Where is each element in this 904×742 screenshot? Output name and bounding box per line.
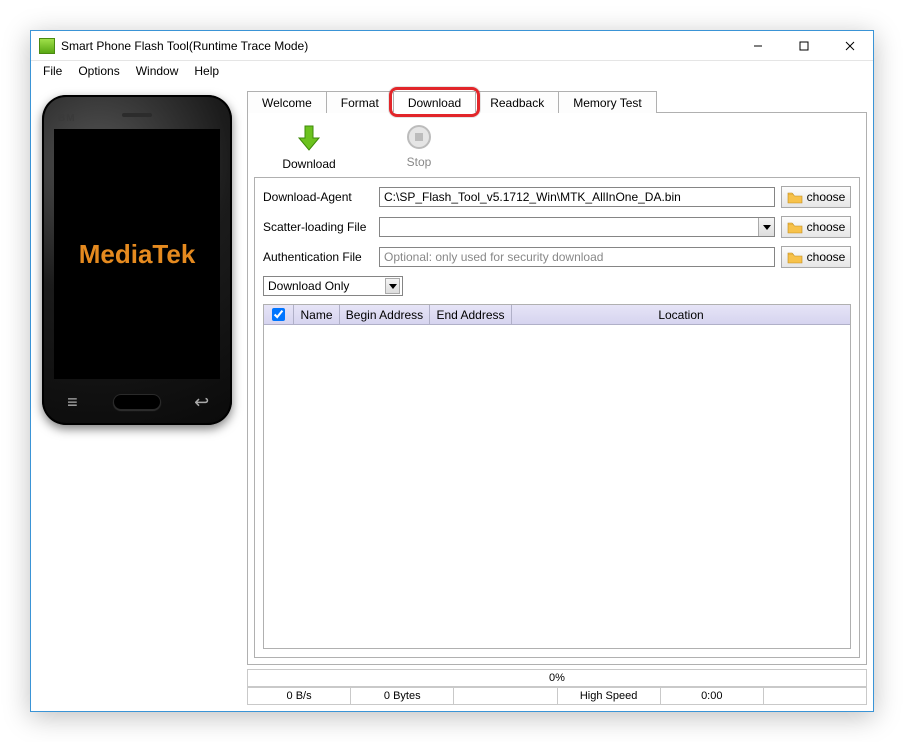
download-button-label: Download: [282, 157, 335, 171]
stop-button-label: Stop: [407, 155, 432, 169]
download-agent-choose-button[interactable]: choose: [781, 186, 851, 208]
content-area: BM MediaTek ≡ ↩ Welcome Format Download …: [31, 83, 873, 711]
phone-back-key-icon: ↩: [182, 392, 222, 413]
phone-brand-badge: BM: [58, 113, 76, 124]
menu-options[interactable]: Options: [70, 61, 127, 83]
toolbar: Download Stop: [254, 119, 860, 177]
auth-file-input[interactable]: [379, 247, 775, 267]
status-extra: [764, 688, 866, 704]
window-title: Smart Phone Flash Tool(Runtime Trace Mod…: [61, 39, 308, 53]
download-mode-value: Download Only: [268, 279, 349, 293]
titlebar: Smart Phone Flash Tool(Runtime Trace Mod…: [31, 31, 873, 61]
choose-button-label: choose: [807, 190, 846, 204]
scatter-file-choose-button[interactable]: choose: [781, 216, 851, 238]
minimize-button[interactable]: [735, 31, 781, 61]
stop-button[interactable]: Stop: [384, 123, 454, 171]
chevron-down-icon[interactable]: [385, 278, 400, 294]
download-agent-label: Download-Agent: [263, 190, 373, 204]
table-header-checkbox[interactable]: [264, 305, 294, 324]
status-speed: High Speed: [558, 688, 661, 704]
choose-button-label: choose: [807, 250, 846, 264]
download-mode-select[interactable]: Download Only: [263, 276, 403, 296]
tab-content: Download Stop Download-Agent: [247, 112, 867, 665]
phone-screen-logo-text: MediaTek: [79, 239, 196, 270]
menubar: File Options Window Help: [31, 61, 873, 83]
download-agent-row: Download-Agent choose: [263, 186, 851, 208]
phone-mockup: BM MediaTek ≡ ↩: [42, 95, 232, 425]
tab-format[interactable]: Format: [326, 91, 394, 113]
partition-table: Name Begin Address End Address Location: [263, 304, 851, 649]
scatter-file-label: Scatter-loading File: [263, 220, 373, 234]
close-button[interactable]: [827, 31, 873, 61]
tab-readback[interactable]: Readback: [475, 91, 559, 113]
status-time: 0:00: [661, 688, 764, 704]
menu-help[interactable]: Help: [186, 61, 227, 83]
choose-button-label: choose: [807, 220, 846, 234]
download-button[interactable]: Download: [274, 123, 344, 171]
table-header: Name Begin Address End Address Location: [264, 305, 850, 325]
phone-preview-column: BM MediaTek ≡ ↩: [37, 89, 237, 705]
auth-file-choose-button[interactable]: choose: [781, 246, 851, 268]
progress-bar: 0%: [247, 669, 867, 687]
app-icon: [39, 38, 55, 54]
form-section: Download-Agent choose Scatter-loading Fi…: [254, 177, 860, 658]
menu-window[interactable]: Window: [128, 61, 187, 83]
folder-icon: [787, 221, 803, 234]
status-bytes: 0 Bytes: [351, 688, 454, 704]
table-header-name[interactable]: Name: [294, 305, 340, 324]
status-rate: 0 B/s: [248, 688, 351, 704]
app-window: Smart Phone Flash Tool(Runtime Trace Mod…: [30, 30, 874, 712]
chevron-down-icon[interactable]: [758, 218, 774, 236]
menu-file[interactable]: File: [35, 61, 70, 83]
folder-icon: [787, 251, 803, 264]
status-bar: 0 B/s 0 Bytes High Speed 0:00: [247, 687, 867, 705]
auth-file-label: Authentication File: [263, 250, 373, 264]
table-header-location[interactable]: Location: [512, 305, 850, 324]
download-agent-input[interactable]: [379, 187, 775, 207]
maximize-button[interactable]: [781, 31, 827, 61]
scatter-file-input[interactable]: [379, 217, 775, 237]
main-panel: Welcome Format Download Readback Memory …: [247, 89, 867, 705]
tab-download[interactable]: Download: [393, 91, 476, 113]
tab-welcome[interactable]: Welcome: [247, 91, 327, 113]
stop-icon: [405, 123, 433, 151]
progress-percent: 0%: [549, 672, 565, 684]
tab-memory-test[interactable]: Memory Test: [558, 91, 656, 113]
scatter-file-row: Scatter-loading File choose: [263, 216, 851, 238]
phone-navbar: ≡ ↩: [42, 387, 232, 417]
auth-file-row: Authentication File choose: [263, 246, 851, 268]
phone-screen: MediaTek: [54, 129, 220, 379]
table-header-begin-address[interactable]: Begin Address: [340, 305, 430, 324]
tab-bar: Welcome Format Download Readback Memory …: [247, 89, 867, 113]
phone-home-key: [113, 394, 161, 410]
select-all-checkbox[interactable]: [272, 308, 285, 321]
phone-menu-key-icon: ≡: [52, 392, 92, 413]
status-mode: [454, 688, 557, 704]
folder-icon: [787, 191, 803, 204]
scatter-file-combo[interactable]: [379, 217, 775, 237]
table-body: [264, 325, 850, 648]
download-arrow-icon: [294, 123, 324, 153]
phone-speaker: [122, 113, 152, 117]
table-header-end-address[interactable]: End Address: [430, 305, 512, 324]
